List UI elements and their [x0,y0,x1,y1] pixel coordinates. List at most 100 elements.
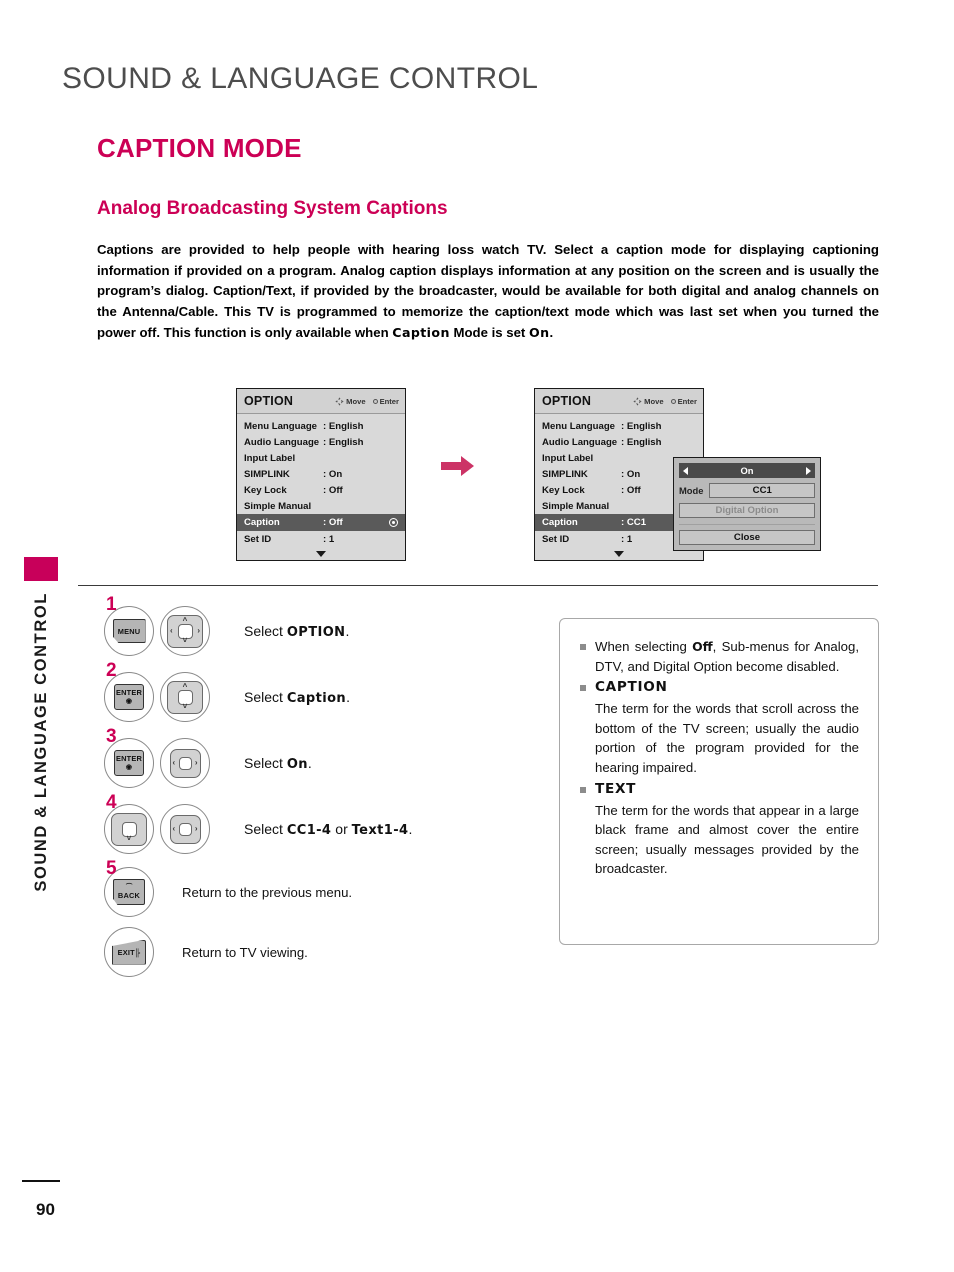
osd-row-value: : English [323,436,364,448]
step-text-suffix: . [346,688,350,705]
osd-row-label: Input Label [542,452,594,464]
osd-row-label: SIMPLINK [542,468,588,480]
step-exit: EXIT ╠ Return to TV viewing. [104,922,544,982]
step-text-prefix: Select [244,754,287,771]
note-item-1: When selecting Off, Sub-menus for Analog… [580,637,859,676]
osd-row-label: Menu Language [244,420,318,432]
osd-hint-move: Move [335,396,366,406]
osd-row[interactable]: Simple Manual [237,498,405,514]
osd-row-label: Audio Language [244,436,320,448]
step-text-bold2: Text1-4 [351,822,409,838]
osd-row-value: : English [621,436,662,448]
osd-row-caption-selected[interactable]: Caption : Off [237,514,405,531]
osd-row-value: : On [323,468,343,480]
osd-title: OPTION [542,394,592,408]
osd-row-label: Simple Manual [542,500,610,512]
note-item-3-body: TEXT [595,780,859,799]
arrow-right-icon[interactable] [806,466,811,475]
enter-key-sub-icon: ◉ [125,763,133,771]
osd-row-label: Menu Language [542,420,616,432]
submenu-divider [679,524,815,525]
dpad-left-arrow-icon: ‹ [170,626,173,635]
dpad-button-leftright[interactable]: ‹ › [160,738,210,788]
osd-row-label: Caption [542,517,578,528]
bullet-square-icon [580,644,586,650]
osd-row[interactable]: Input Label [237,450,405,466]
dpad-right-arrow-icon: › [194,824,198,833]
bullet-square-icon [580,685,586,692]
step-text-suffix: . [345,622,350,639]
dpad-button-leftright[interactable]: ‹ › [160,804,210,854]
back-key: ⏜ BACK [113,879,145,905]
exit-button[interactable]: EXIT ╠ [104,927,154,977]
osd-row-value: : Off [323,517,343,528]
osd-row-value: : English [323,420,364,432]
osd-row[interactable]: Audio Language: English [535,434,703,450]
caption-submenu-popup: On Mode CC1 Digital Option Close [673,457,821,551]
osd-row[interactable]: Set ID: 1 [237,531,405,547]
osd-row-value: : English [621,420,662,432]
bullet-square-icon [580,786,586,793]
step-5: 5 ⏜ BACK Return to the previous menu. [104,858,544,922]
dpad-icon: ^ ˅ [167,680,203,714]
dpad-button-updown[interactable]: ^ ˅ [160,672,210,722]
step-text-prefix: Select [244,820,287,837]
dpad-up-arrow-icon: ^ [182,682,188,691]
dpad-button-updown-leftright[interactable]: ^ ‹ › ˅ [160,606,210,656]
close-button[interactable]: Close [679,530,815,545]
exit-key-label: EXIT [117,947,135,957]
enter-dot-icon [670,398,676,404]
dpad-down-arrow-icon: ˅ [126,834,132,843]
osd-row[interactable]: Key Lock: Off [237,482,405,498]
step-text-prefix: Select [244,688,287,705]
osd-row-label: Simple Manual [244,500,312,512]
note-item-2: CAPTION [580,678,859,697]
osd-row[interactable]: Audio Language: English [237,434,405,450]
note-item-3-heading: TEXT [595,780,637,797]
osd-hint-move: Move [633,396,664,406]
subsection-title: Analog Broadcasting System Captions [97,198,448,219]
dpad-move-icon [633,396,642,406]
osd-header: OPTION Move Enter [535,389,703,414]
osd-row[interactable]: Menu Language : English [237,418,405,434]
steps-list: 1 MENU ^ ‹ › ˅ Select OPTION. 2 ENTER ◉ … [104,594,544,982]
step-2: 2 ENTER ◉ ^ ˅ Select Caption. [104,660,544,730]
osd-row[interactable]: SIMPLINK: On [237,466,405,482]
step-text-suffix: . [307,754,312,771]
step-text-bold: On [286,756,308,772]
step-exit-text: Return to TV viewing. [182,944,308,960]
step-text-bold: Caption [286,690,347,706]
osd-row-label: Caption [244,517,280,528]
flow-arrow-icon [441,455,475,477]
osd-hint-enter: Enter [372,397,399,406]
osd-scroll-more[interactable] [237,547,405,560]
osd-row-label: Input Label [244,452,296,464]
note-item-1-text: When selecting Off, Sub-menus for Analog… [595,637,859,676]
step-text-mid: or [331,820,352,837]
sidebar-chapter-label-text: SOUND & LANGUAGE CONTROL [31,592,50,892]
enter-key: ENTER ◉ [114,684,144,710]
osd-hints: Move Enter [633,397,697,406]
caption-onoff-selector[interactable]: On [679,463,815,478]
osd-row-label: Audio Language [542,436,618,448]
dpad-right-arrow-icon: › [197,626,200,635]
dpad-center-icon [178,756,192,770]
step-number: 1 [106,594,117,615]
digital-option-button: Digital Option [679,503,815,518]
selected-radio-icon [389,518,398,527]
osd-panel-before: OPTION Move Enter Menu Language: English… [236,388,406,561]
osd-row[interactable]: Menu Language : English [535,418,703,434]
section-divider [78,585,878,586]
osd-row-label: Key Lock [244,484,287,496]
step-number: 2 [106,660,117,681]
caption-mode-value[interactable]: CC1 [709,483,815,498]
note-item-3-text: The term for the words that appear in a … [595,802,859,877]
osd-row-label: Key Lock [542,484,585,496]
note-text-prefix: When selecting [595,639,693,654]
caption-onoff-value: On [740,465,754,476]
exit-bar-icon: ╠ [134,947,141,957]
back-key-label: BACK [117,890,141,900]
dpad-move-icon [335,396,344,406]
page-title: SOUND & LANGUAGE CONTROL [62,62,539,95]
intro-paragraph: Captions are provided to help people wit… [97,240,879,344]
